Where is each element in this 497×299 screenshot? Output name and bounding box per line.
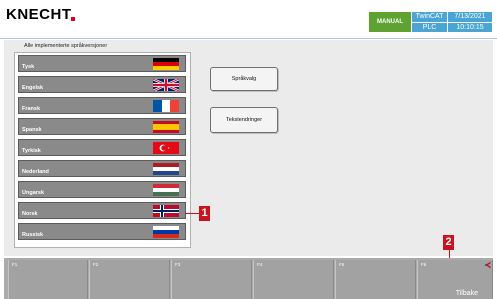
russia-flag-icon (153, 226, 179, 238)
netherlands-flag-icon (153, 163, 179, 175)
hungary-flag-icon (153, 184, 179, 196)
language-select-button[interactable]: Språkvalg (210, 67, 278, 91)
back-label: Tilbake (455, 290, 478, 297)
language-item-english[interactable]: Engelsk (18, 76, 186, 93)
mode-indicator: MANUAL (369, 12, 411, 32)
language-label: Norsk (22, 211, 38, 217)
spain-flag-icon (153, 121, 179, 133)
function-key-label: F2 (93, 262, 99, 267)
language-label: Russisk (22, 232, 44, 238)
germany-flag-icon (153, 58, 179, 70)
language-item-dutch[interactable]: Nederland (18, 160, 186, 177)
function-key-label: F5 (339, 262, 345, 267)
function-key-label: F6 (421, 262, 427, 267)
callout-1-badge: 1 (199, 206, 210, 221)
function-key-label: F3 (175, 262, 181, 267)
language-item-german[interactable]: Tysk (18, 55, 186, 72)
plc-status: PLC (412, 23, 447, 32)
france-flag-icon (153, 100, 179, 112)
twincat-status: TwinCAT (412, 12, 447, 22)
norway-flag-icon (153, 205, 179, 217)
uk-flag-icon (153, 79, 179, 91)
language-label: Fransk (22, 106, 41, 112)
language-item-turkish[interactable]: Tyrkisk (18, 139, 186, 156)
language-item-norwegian[interactable]: Norsk (18, 202, 186, 219)
function-key-label: F4 (257, 262, 263, 267)
function-key-f1[interactable]: F1 (8, 260, 88, 299)
language-label: Tyrkisk (22, 148, 41, 154)
function-key-f2[interactable]: F2 (89, 260, 170, 299)
function-key-f4[interactable]: F4 (253, 260, 334, 299)
turkey-flag-icon (153, 142, 179, 154)
function-key-f3[interactable]: F3 (171, 260, 252, 299)
logo-dot (71, 17, 75, 21)
language-list: Tysk Engelsk Fransk Spansk Tyrkisk Neder… (14, 52, 191, 248)
function-key-label: F1 (12, 262, 18, 267)
language-item-french[interactable]: Fransk (18, 97, 186, 114)
language-item-spanish[interactable]: Spansk (18, 118, 186, 135)
knecht-logo: KNECHT (6, 6, 72, 23)
time-display: 10:10:15 (448, 23, 492, 32)
language-list-title: Alle implementerte språkversjoner (24, 43, 108, 49)
language-label: Nederland (22, 169, 49, 175)
date-display: 7/13/2021 (448, 12, 492, 22)
text-changes-button[interactable]: Tekstendringer (210, 107, 278, 133)
callout-1-line (185, 213, 199, 214)
language-item-russian[interactable]: Russisk (18, 223, 186, 240)
function-key-f5[interactable]: F5 (335, 260, 416, 299)
language-label: Engelsk (22, 85, 44, 91)
back-arrow-icon (485, 261, 491, 269)
language-label: Ungarsk (22, 190, 45, 196)
language-label: Spansk (22, 127, 42, 133)
function-key-f6-back[interactable]: F6 Tilbake (417, 260, 493, 299)
language-label: Tysk (22, 64, 35, 70)
callout-2-badge: 2 (443, 235, 454, 250)
language-item-hungarian[interactable]: Ungarsk (18, 181, 186, 198)
